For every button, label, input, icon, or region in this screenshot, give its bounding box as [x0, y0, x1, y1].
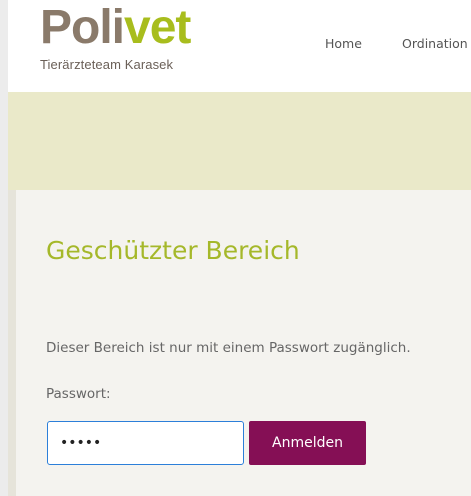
logo-name-part2: vet [124, 1, 191, 54]
site-header: Polivet Tierärzteteam Karasek Home Ordin… [8, 0, 471, 92]
nav-ordination-link[interactable]: Ordination [402, 36, 468, 51]
page-title: Geschützter Bereich [46, 236, 300, 265]
password-label: Passwort: [46, 386, 111, 402]
page-banner [8, 92, 471, 190]
protected-area-content: Geschützter Bereich Dieser Bereich ist n… [8, 190, 471, 496]
login-button[interactable]: Anmelden [249, 421, 366, 465]
password-input[interactable] [47, 421, 244, 465]
site-logo[interactable]: Polivet Tierärzteteam Karasek [40, 1, 191, 73]
nav-home-link[interactable]: Home [325, 36, 362, 51]
logo-name-part1: Poli [40, 1, 125, 54]
logo-wordmark: Polivet [40, 1, 191, 54]
page-left-edge [0, 0, 8, 496]
password-notice: Dieser Bereich ist nur mit einem Passwor… [46, 340, 411, 356]
logo-tagline: Tierärzteteam Karasek [40, 57, 174, 72]
